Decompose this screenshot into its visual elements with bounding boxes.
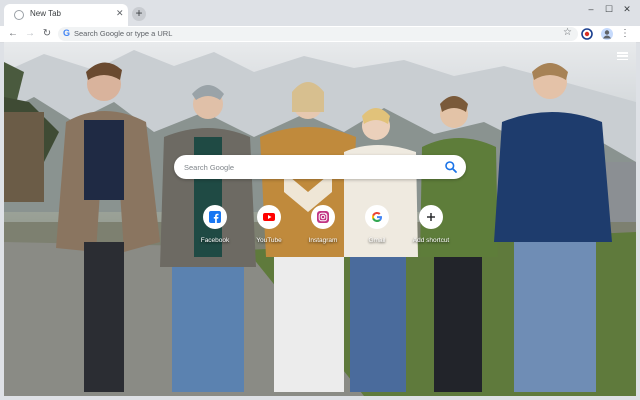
tab-title: New Tab bbox=[30, 9, 61, 18]
menu-icon[interactable] bbox=[617, 52, 628, 61]
window-controls: – ☐ ✕ bbox=[582, 0, 636, 18]
star-icon[interactable]: ☆ bbox=[563, 27, 572, 38]
shortcut-tile bbox=[419, 205, 443, 229]
google-g-icon: G bbox=[63, 28, 71, 38]
maximize-icon[interactable]: ☐ bbox=[600, 0, 618, 18]
extension-icon[interactable] bbox=[580, 27, 594, 41]
shortcut-tile bbox=[203, 205, 227, 229]
shortcut-label: Instagram bbox=[308, 237, 338, 244]
shortcuts-grid: Facebook YouTube Instagram Gmail Add sho… bbox=[187, 205, 457, 253]
close-window-icon[interactable]: ✕ bbox=[618, 0, 636, 18]
tab-strip: New Tab ✕ + – ☐ ✕ bbox=[0, 0, 640, 26]
shortcut-label: Gmail bbox=[368, 237, 386, 244]
shortcut-gmail[interactable]: Gmail bbox=[349, 205, 405, 253]
plus-icon bbox=[427, 213, 435, 221]
shortcut-facebook[interactable]: Facebook bbox=[187, 205, 243, 253]
new-tab-button[interactable]: + bbox=[132, 7, 146, 21]
youtube-icon bbox=[263, 213, 275, 221]
shortcut-instagram[interactable]: Instagram bbox=[295, 205, 351, 253]
avatar[interactable] bbox=[600, 27, 614, 41]
shortcut-label: Add shortcut bbox=[412, 237, 450, 244]
facebook-icon bbox=[209, 211, 221, 223]
tab-close-icon[interactable]: ✕ bbox=[116, 8, 124, 19]
tab-new-tab[interactable]: New Tab ✕ bbox=[4, 4, 128, 26]
shortcut-label: Facebook bbox=[200, 237, 230, 244]
globe-icon bbox=[14, 10, 24, 20]
minimize-icon[interactable]: – bbox=[582, 0, 600, 18]
shortcut-tile bbox=[365, 205, 389, 229]
omnibox[interactable]: G Search Google or type a URL ☆ bbox=[58, 27, 578, 41]
back-icon[interactable]: ← bbox=[6, 27, 20, 41]
toolbar: ← → ↻ G Search Google or type a URL ☆ ⋮ bbox=[0, 26, 640, 43]
google-icon bbox=[372, 212, 382, 222]
reload-icon[interactable]: ↻ bbox=[40, 27, 54, 41]
omnibox-placeholder[interactable]: Search Google or type a URL bbox=[74, 29, 172, 38]
shortcut-label: YouTube bbox=[256, 237, 282, 244]
forward-icon[interactable]: → bbox=[23, 27, 37, 41]
new-tab-page: Facebook YouTube bbox=[4, 42, 636, 396]
search-icon[interactable] bbox=[444, 160, 458, 174]
shortcut-tile bbox=[257, 205, 281, 229]
browser-window: New Tab ✕ + – ☐ ✕ ← → ↻ G Search Google … bbox=[0, 0, 640, 400]
shortcut-add[interactable]: Add shortcut bbox=[403, 205, 459, 253]
google-search-box[interactable] bbox=[174, 155, 466, 179]
shortcut-tile bbox=[311, 205, 335, 229]
kebab-menu-icon[interactable]: ⋮ bbox=[618, 27, 632, 41]
shortcut-youtube[interactable]: YouTube bbox=[241, 205, 297, 253]
instagram-icon bbox=[317, 211, 329, 223]
search-input[interactable] bbox=[184, 155, 434, 179]
